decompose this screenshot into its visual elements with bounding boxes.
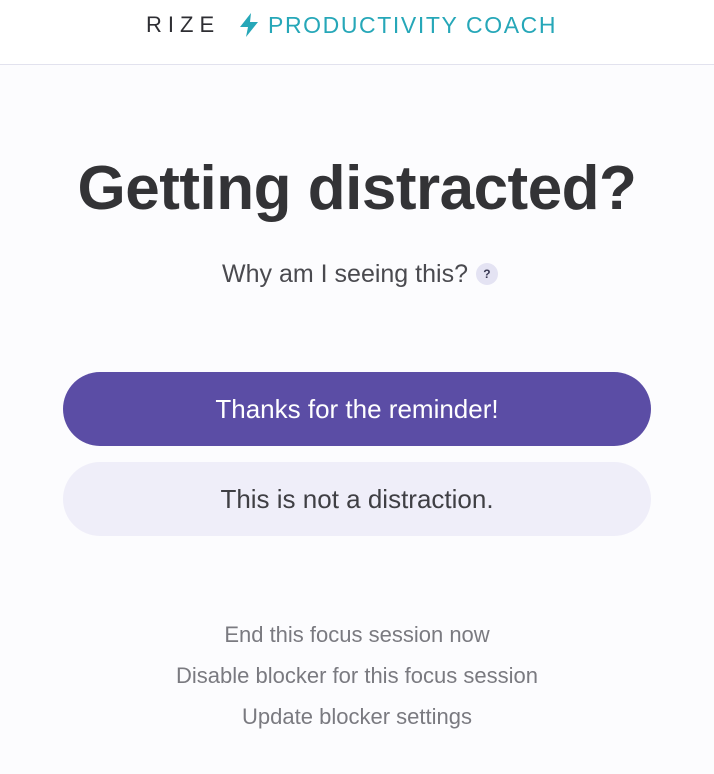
coach-text: PRODUCTIVITY COACH <box>268 12 558 38</box>
why-row: Why am I seeing this? ? <box>0 256 714 292</box>
help-question-icon[interactable]: ? <box>475 263 498 285</box>
footer-links: End this focus session now Disable block… <box>0 614 714 737</box>
why-am-i-seeing-this-text: Why am I seeing this? <box>222 260 468 288</box>
disable-blocker-link[interactable]: Disable blocker for this focus session <box>0 655 714 696</box>
not-distraction-button[interactable]: This is not a distraction. <box>63 462 651 536</box>
productivity-coach-label: PRODUCTIVITY COACH <box>238 10 557 40</box>
thanks-reminder-button[interactable]: Thanks for the reminder! <box>63 372 651 446</box>
brand-logo: RIZE <box>146 12 221 37</box>
update-blocker-settings-link[interactable]: Update blocker settings <box>0 696 714 737</box>
page-title: Getting distracted? <box>77 154 637 223</box>
end-focus-session-link[interactable]: End this focus session now <box>0 614 714 655</box>
lightning-bolt-icon <box>240 13 258 37</box>
header-bar: RIZE PRODUCTIVITY COACH <box>0 0 714 65</box>
